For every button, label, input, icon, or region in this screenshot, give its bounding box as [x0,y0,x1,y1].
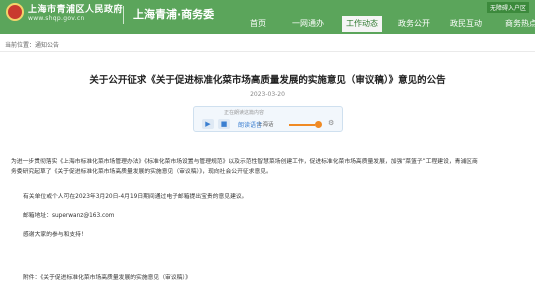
government-name[interactable]: 上海市青浦区人民政府 [28,2,123,15]
voice-select[interactable]: 上海话 [257,120,274,128]
article-title: 关于公开征求《关于促进标准化菜市场高质量发展的实施意见（审议稿）》意见的公告 [89,75,446,86]
breadcrumb[interactable]: 当前位置：通知公告 [5,40,59,49]
nav-item-business-hotspot[interactable]: 商务热点 [505,16,535,32]
volume-fill [289,124,315,126]
site-name[interactable]: 上海青浦·商务委 [133,6,214,22]
player-status-label: 正在朗读这篇内容 [224,110,265,116]
main-nav: 首页 一网通办 工作动态 政务公开 政民互动 商务热点 [232,14,535,34]
paragraph-email[interactable]: 邮箱地址：superwanz@163.com [23,211,114,221]
nav-item-public-affairs[interactable]: 政务公开 [398,16,430,32]
government-emblem-icon[interactable] [6,3,24,21]
accessibility-link[interactable]: 无障碍入户区 [486,2,529,13]
paragraph-intro-1: 为进一步贯彻落实《上海市标准化菜市场管理办法》《标准化菜市场设置与管理规范》以及… [11,159,478,165]
breadcrumb-divider [0,51,535,52]
nav-item-home[interactable]: 首页 [250,16,266,32]
nav-item-work-news[interactable]: 工作动态 [342,16,382,32]
settings-icon[interactable]: ⚙ [328,119,334,127]
nav-item-one-network[interactable]: 一网通办 [292,16,324,32]
volume-knob[interactable] [315,121,322,128]
government-url[interactable]: www.shqp.gov.cn [28,15,85,22]
article-date: 2023-03-20 [250,91,285,98]
header-divider [123,6,124,24]
paragraph-thanks: 感谢大家的参与和支持！ [23,232,87,238]
site-header: 上海市青浦区人民政府 www.shqp.gov.cn 上海青浦·商务委 无障碍入… [0,0,535,34]
attachment-link[interactable]: 附件：《关于促进标准化菜市场高质量发展的实施意见（审议稿）》 [23,273,191,283]
nav-item-interaction[interactable]: 政民互动 [450,16,482,32]
read-aloud-player: 正在朗读这篇内容 ▶ ■ 朗读语音 上海话 ⚙ [193,106,343,132]
paragraph-intro-2: 务委研究起草了《关于促进标准化菜市场高质量发展的实施意见（审议稿）》，现向社会公… [11,169,272,175]
paragraph-deadline: 有关单位或个人可在2023年3月20日-4月19日期间通过电子邮箱提出宝贵的意见… [23,194,248,200]
stop-icon[interactable]: ■ [218,119,230,129]
play-icon[interactable]: ▶ [202,119,214,129]
